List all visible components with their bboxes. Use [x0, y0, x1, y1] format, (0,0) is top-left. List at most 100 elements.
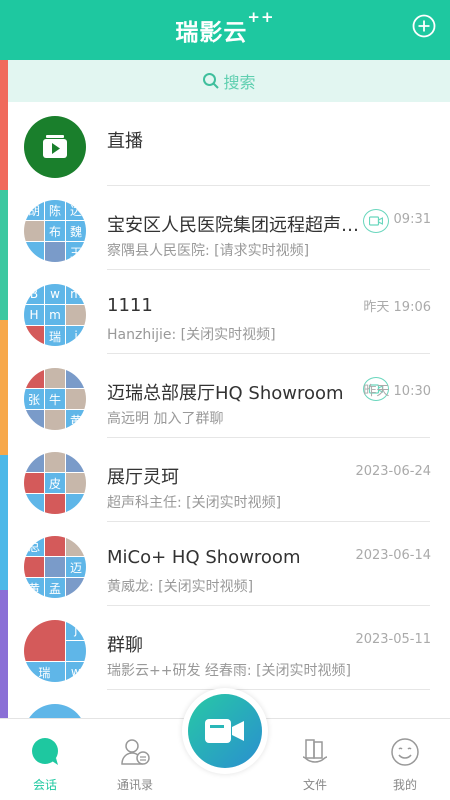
- side-color-strip: [0, 60, 8, 720]
- live-icon: [43, 135, 67, 158]
- avatar-cell: [24, 494, 44, 514]
- group-avatar: Bwm Hm 瑞j: [24, 284, 86, 346]
- search-area: 搜索: [8, 60, 450, 102]
- conversation-time: 2023-06-24: [355, 464, 431, 479]
- conversation-preview: 黄威龙: [关闭实时视频]: [107, 579, 254, 595]
- avatar-cell: 王: [66, 242, 86, 262]
- avatar-cell: 迈: [66, 557, 86, 577]
- avatar-cell: 黄: [66, 410, 86, 430]
- avatar-cell: 达: [66, 200, 86, 220]
- conversation-title: 1111: [107, 295, 153, 316]
- avatar-cell: 瑞: [45, 326, 65, 346]
- avatar-grid: 张牛 黄: [24, 368, 86, 430]
- avatar-cell: [45, 536, 65, 556]
- app-root: 瑞影云++ 搜索 直播 胡陈达 布魏 王 宝安区人民医院集团远程超声中心 09:…: [0, 0, 450, 800]
- avatar-cell: j: [66, 326, 86, 346]
- avatar-cell: [66, 305, 86, 325]
- app-title: 瑞影云++: [0, 8, 450, 47]
- conversation-time: 2023-06-14: [355, 548, 431, 563]
- files-icon: [302, 739, 328, 763]
- conversation-title: 群聊: [107, 635, 143, 656]
- avatar-cell: [24, 410, 44, 430]
- avatar-cell: 牛: [45, 389, 65, 409]
- avatar-cell: [66, 368, 86, 388]
- tab-files[interactable]: 文件: [270, 719, 360, 800]
- avatar-cell: 胡: [24, 200, 44, 220]
- avatar-cell: [65, 641, 86, 661]
- app-title-sup: ++: [247, 8, 275, 26]
- conversation-time: 昨天 10:30: [363, 384, 431, 399]
- avatar-cell: j: [65, 620, 86, 640]
- avatar-cell: [45, 494, 65, 514]
- avatar-cell: [66, 536, 86, 556]
- add-button[interactable]: [412, 14, 436, 38]
- avatar-cell: B: [24, 284, 44, 304]
- avatar-cell: [66, 389, 86, 409]
- conversation-item[interactable]: Bwm Hm 瑞j 1111 昨天 19:06 Hanzhijie: [关闭实时…: [8, 270, 450, 354]
- avatar-cell: 总: [24, 536, 44, 556]
- conversation-preview: 超声科主任: [关闭实时视频]: [107, 495, 282, 511]
- conversation-title: 宝安区人民医院集团远程超声中心: [107, 215, 359, 236]
- conversation-item-live[interactable]: 直播: [8, 102, 450, 186]
- avatar-cell: [45, 452, 65, 472]
- avatar-grid: 总 迈 黄孟: [24, 536, 86, 598]
- conversation-preview: 瑞影云++研发 经春雨: [关闭实时视频]: [107, 663, 352, 679]
- tab-profile[interactable]: 我的: [360, 719, 450, 800]
- avatar-grid: Bwm Hm 瑞j: [24, 284, 86, 346]
- avatar-cell: [45, 368, 65, 388]
- conversation-list: 直播 胡陈达 布魏 王 宝安区人民医院集团远程超声中心 09:31 察隅县人民医…: [8, 102, 450, 720]
- avatar-cell: w: [45, 284, 65, 304]
- app-title-text: 瑞影云: [175, 20, 248, 46]
- tab-conversations[interactable]: 会话: [0, 719, 90, 800]
- conversation-item[interactable]: j 瑞w 群聊 2023-05-11 瑞影云++研发 经春雨: [关闭实时视频]: [8, 606, 450, 690]
- avatar-cell: [66, 452, 86, 472]
- tab-label: 文件: [302, 778, 327, 792]
- avatar-cell: 布: [45, 221, 65, 241]
- avatar-cell: [24, 368, 44, 388]
- conversation-item[interactable]: 皮 展厅灵珂 2023-06-24 超声科主任: [关闭实时视频]: [8, 438, 450, 522]
- tab-label: 我的: [392, 778, 417, 792]
- tab-label: 通讯录: [116, 778, 153, 792]
- start-video-call-button[interactable]: [182, 688, 268, 774]
- avatar-cell: [66, 494, 86, 514]
- video-camera-icon: [205, 719, 244, 743]
- avatar-cell: [66, 578, 86, 598]
- video-camera-icon: [369, 216, 383, 226]
- plus-circle-icon: [412, 14, 436, 38]
- avatar-cell: 皮: [45, 473, 65, 493]
- group-avatar: 张牛 黄: [24, 368, 86, 430]
- group-avatar: j 瑞w: [24, 620, 86, 682]
- avatar-cell: [45, 557, 65, 577]
- chat-bubble-icon: [32, 738, 58, 765]
- avatar-cell: H: [24, 305, 44, 325]
- tab-contacts[interactable]: 通讯录: [90, 719, 180, 800]
- avatar-cell: [24, 221, 44, 241]
- avatar-cell: [24, 557, 44, 577]
- search-icon: [203, 73, 220, 89]
- avatar-cell: 孟: [45, 578, 65, 598]
- conversation-title: 展厅灵珂: [107, 467, 179, 488]
- avatar-grid: 皮: [24, 452, 86, 514]
- avatar-cell: [24, 620, 65, 661]
- profile-smile-icon: [391, 738, 419, 766]
- avatar-cell: [66, 473, 86, 493]
- avatar-cell: w: [65, 662, 86, 682]
- avatar-cell: 魏: [66, 221, 86, 241]
- search-input[interactable]: 搜索: [8, 60, 450, 102]
- conversation-item[interactable]: 总 迈 黄孟 MiCo+ HQ Showroom 2023-06-14 黄威龙:…: [8, 522, 450, 606]
- avatar-cell: [24, 242, 44, 262]
- conversation-title: 迈瑞总部展厅HQ Showroom: [107, 383, 344, 404]
- contacts-icon: [121, 739, 150, 765]
- conversation-item[interactable]: 胡陈达 布魏 王 宝安区人民医院集团远程超声中心 09:31 察隅县人民医院: …: [8, 186, 450, 270]
- avatar-grid: j 瑞w: [24, 620, 86, 682]
- conversation-item[interactable]: 张牛 黄 迈瑞总部展厅HQ Showroom 昨天 10:30 高远明 加入了群…: [8, 354, 450, 438]
- avatar-grid: 胡陈达 布魏 王: [24, 200, 86, 262]
- conversation-preview: Hanzhijie: [关闭实时视频]: [107, 327, 276, 343]
- conversation-time: 09:31: [393, 212, 431, 227]
- conversation-title: MiCo+ HQ Showroom: [107, 547, 301, 568]
- conversation-title: 直播: [107, 131, 143, 152]
- avatar-cell: [24, 473, 44, 493]
- avatar-cell: 瑞: [24, 662, 65, 682]
- avatar-cell: [45, 242, 65, 262]
- avatar-cell: m: [66, 284, 86, 304]
